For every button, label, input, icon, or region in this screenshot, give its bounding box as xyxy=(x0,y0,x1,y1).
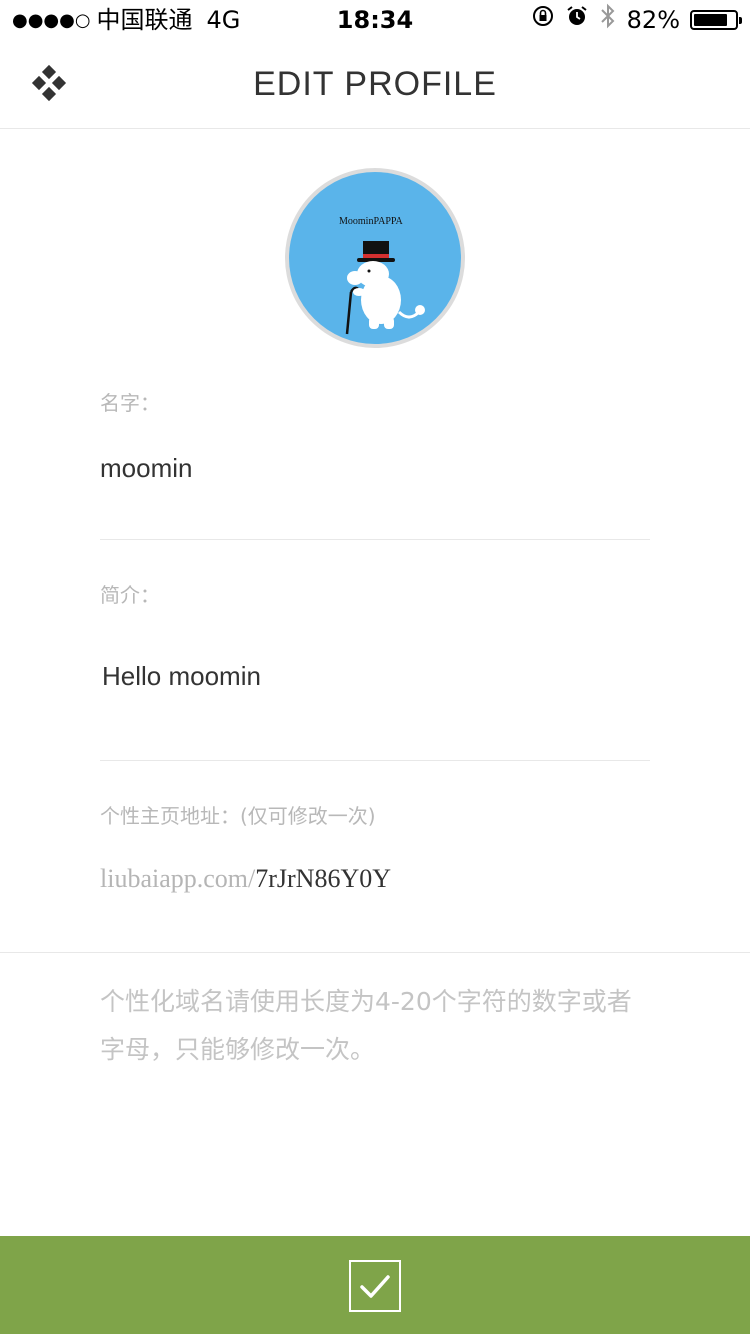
url-code-input[interactable]: 7rJrN86Y0Y xyxy=(255,864,391,893)
moomin-pappa-avatar: MoominPAPPA xyxy=(289,172,461,344)
battery-percent: 82% xyxy=(626,6,680,34)
battery-cap xyxy=(739,17,742,24)
bio-label: 简介： xyxy=(100,583,160,607)
avatar-logo-text: MoominPAPPA xyxy=(339,216,404,227)
name-divider xyxy=(100,539,650,540)
page-title: EDIT PROFILE xyxy=(253,65,497,103)
battery-fill xyxy=(694,14,727,26)
nav-bar: EDIT PROFILE xyxy=(0,40,750,129)
name-input[interactable]: moomin xyxy=(100,451,192,485)
name-label: 名字： xyxy=(100,391,160,415)
bio-divider xyxy=(100,760,650,761)
url-label: 个性主页地址：(仅可修改一次) xyxy=(100,804,376,828)
status-bar: ●●●●○ 中国联通 4G 18:34 82% xyxy=(0,0,750,40)
moomin-illustration: MoominPAPPA xyxy=(339,216,425,335)
bio-input[interactable]: Hello moomin xyxy=(102,659,261,693)
checkmark-icon xyxy=(349,1260,401,1312)
url-divider xyxy=(0,952,750,953)
domain-hint: 个性化域名请使用长度为4-20个字符的数字或者字母，只能够修改一次。 xyxy=(100,987,632,1064)
battery-icon xyxy=(690,10,742,30)
url-prefix: liubaiapp.com/ xyxy=(100,864,256,893)
rotation-lock-icon xyxy=(531,4,555,36)
avatar[interactable]: MoominPAPPA xyxy=(285,168,465,348)
confirm-button[interactable] xyxy=(0,1236,750,1334)
bluetooth-icon xyxy=(599,3,617,37)
status-indicators: 82% xyxy=(531,3,742,37)
alarm-icon xyxy=(565,4,589,36)
url-field[interactable]: liubaiapp.com/7rJrN86Y0Y xyxy=(100,862,391,896)
four-diamond-menu-icon[interactable] xyxy=(30,64,68,104)
